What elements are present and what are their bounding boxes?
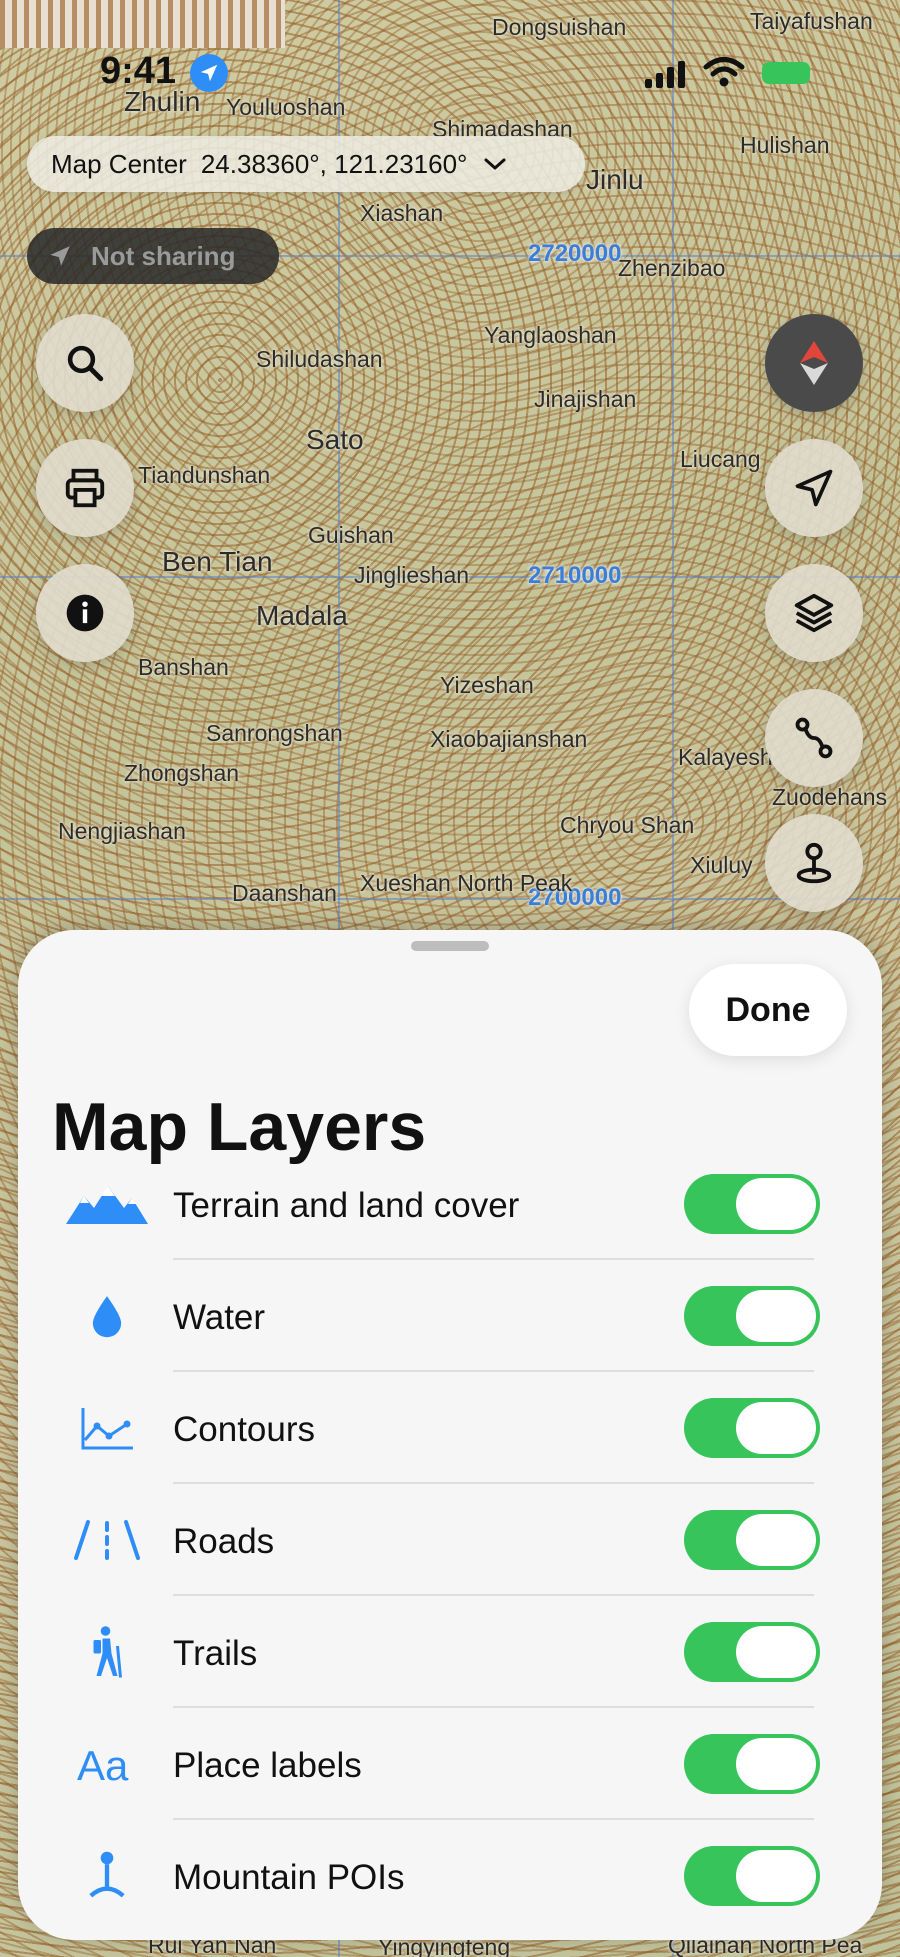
- place-label: Chryou Shan: [560, 812, 695, 838]
- place-label: Tiandunshan: [138, 462, 271, 488]
- contours-icon: [66, 1400, 148, 1456]
- grid-line: [0, 898, 900, 900]
- compass-icon: [800, 341, 828, 385]
- location-active-icon: [190, 54, 228, 92]
- mountain-poi-icon: [66, 1848, 148, 1904]
- battery-icon: [762, 62, 810, 84]
- place-label: Jinajishan: [534, 386, 637, 412]
- map-layers-sheet: Done Map Layers Terrain and land cover W…: [18, 930, 882, 1940]
- place-label: Sato: [306, 424, 364, 455]
- place-label: Hulishan: [740, 132, 830, 158]
- place-label: Guishan: [308, 522, 394, 548]
- drop-pin-button[interactable]: [765, 814, 863, 912]
- layer-label: Mountain POIs: [173, 1858, 405, 1897]
- place-label: Xiashan: [360, 200, 444, 226]
- place-label: Banshan: [138, 654, 229, 680]
- map-tile-artifact: [0, 0, 285, 48]
- place-label: Jinlu: [586, 164, 644, 195]
- layer-row-mountain-pois[interactable]: Mountain POIs: [18, 1820, 882, 1932]
- layer-row-trails[interactable]: Trails: [18, 1596, 882, 1708]
- layer-label: Place labels: [173, 1746, 362, 1785]
- layer-label: Contours: [173, 1410, 316, 1449]
- map-center-coordinates: 24.38360°, 121.23160°: [200, 148, 468, 179]
- layer-toggle[interactable]: [684, 1734, 820, 1794]
- compass-button[interactable]: [765, 314, 863, 412]
- place-label: Madala: [256, 600, 348, 631]
- info-button[interactable]: [36, 564, 134, 662]
- map-center-pill[interactable]: Map Center 24.38360°, 121.23160°: [27, 136, 585, 192]
- layer-label: Trails: [173, 1634, 258, 1673]
- layer-label: Roads: [173, 1522, 275, 1561]
- grid-label: 2710000: [528, 562, 622, 589]
- search-icon: [67, 345, 104, 382]
- place-label: Sanrongshan: [206, 720, 343, 746]
- water-drop-icon: [66, 1288, 148, 1344]
- place-label: Zhenzibao: [618, 255, 726, 281]
- layer-row-place-labels[interactable]: Aa Place labels: [18, 1708, 882, 1820]
- search-button[interactable]: [36, 314, 134, 412]
- place-label: Zuodehans: [772, 784, 888, 810]
- place-label: Ben Tian: [162, 546, 273, 577]
- mountains-icon: [66, 1176, 148, 1232]
- place-label: Xiaobajianshan: [430, 726, 588, 752]
- layer-label: Terrain and land cover: [173, 1186, 520, 1225]
- layers-icon: [794, 593, 834, 633]
- wifi-icon: [703, 57, 745, 87]
- place-label: Shiludashan: [256, 346, 383, 372]
- hiker-icon: [66, 1624, 148, 1680]
- grid-label: 2720000: [528, 240, 622, 267]
- place-label: Taiyafushan: [750, 8, 873, 34]
- place-label: Daanshan: [232, 880, 337, 906]
- info-icon: [66, 594, 104, 632]
- svg-text:Aa: Aa: [77, 1742, 129, 1786]
- printer-icon: [65, 468, 105, 508]
- pin-icon: [796, 842, 832, 884]
- done-button[interactable]: Done: [689, 964, 847, 1056]
- status-time: 9:41: [100, 50, 177, 92]
- layer-row-roads[interactable]: Roads: [18, 1484, 882, 1596]
- sharing-status-label: Not sharing: [91, 240, 236, 271]
- layer-toggle[interactable]: [684, 1286, 820, 1346]
- place-label: Xueshan North Peak: [360, 870, 573, 896]
- layer-row-water[interactable]: Water: [18, 1260, 882, 1372]
- layer-row-terrain[interactable]: Terrain and land cover: [18, 1148, 882, 1260]
- navigation-arrow-icon: [795, 469, 833, 507]
- place-label: Zhongshan: [124, 760, 240, 786]
- sheet-grabber[interactable]: [411, 941, 489, 951]
- location-arrow-icon: [50, 246, 70, 266]
- cellular-signal-icon: [645, 60, 685, 88]
- road-icon: [66, 1512, 148, 1568]
- location-sharing-pill[interactable]: Not sharing: [27, 228, 279, 284]
- layer-toggle[interactable]: [684, 1398, 820, 1458]
- place-label: Youluoshan: [226, 94, 346, 120]
- map-center-label: Map Center: [51, 148, 187, 179]
- place-label: Nengjiashan: [58, 818, 186, 844]
- layer-label: Water: [173, 1298, 266, 1337]
- place-label: Yanglaoshan: [484, 322, 617, 348]
- print-button[interactable]: [36, 439, 134, 537]
- route-icon: [795, 717, 833, 759]
- place-label: Kalayesh: [678, 744, 773, 770]
- layer-row-contours[interactable]: Contours: [18, 1372, 882, 1484]
- layer-toggle[interactable]: [684, 1622, 820, 1682]
- place-label: Yizeshan: [440, 672, 534, 698]
- navigation-button[interactable]: [765, 439, 863, 537]
- text-aa-icon: Aa: [66, 1736, 148, 1792]
- place-label: Xiuluy: [690, 852, 753, 878]
- place-label: Liucang: [680, 446, 761, 472]
- layer-toggle[interactable]: [684, 1510, 820, 1570]
- place-label: Jinglieshan: [354, 562, 470, 588]
- chevron-down-icon: [484, 158, 506, 170]
- layers-button[interactable]: [765, 564, 863, 662]
- layer-toggle[interactable]: [684, 1174, 820, 1234]
- place-label: Dongsuishan: [492, 14, 627, 40]
- layer-toggle[interactable]: [684, 1846, 820, 1906]
- route-button[interactable]: [765, 689, 863, 787]
